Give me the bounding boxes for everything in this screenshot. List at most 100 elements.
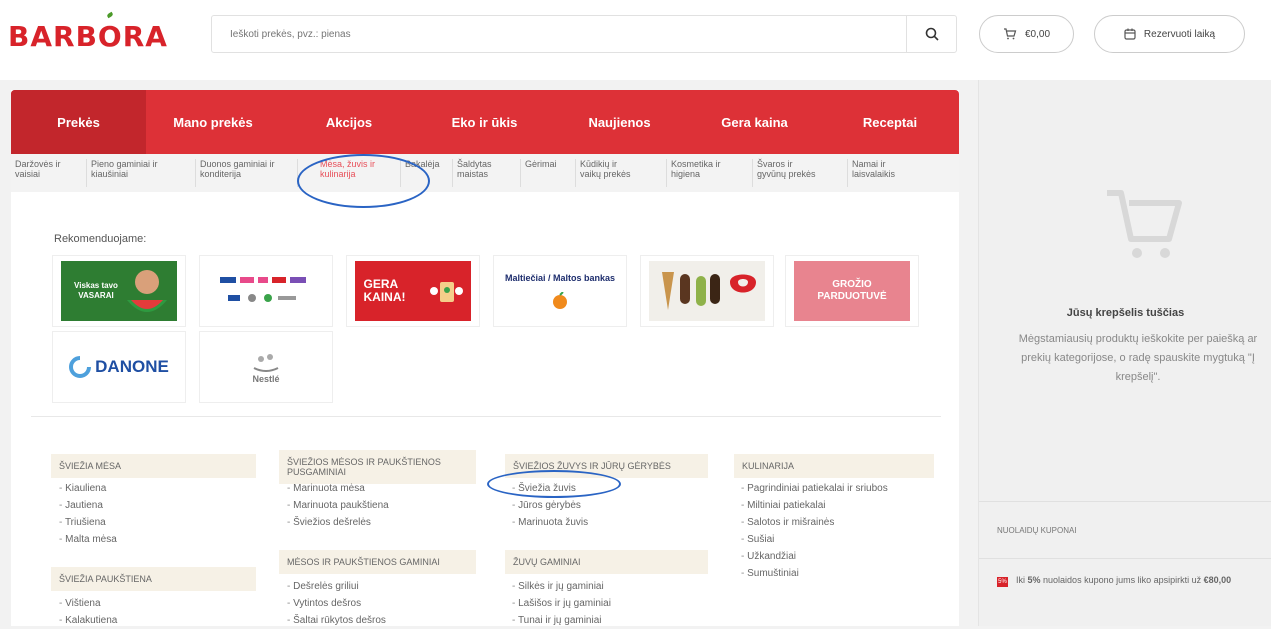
category-heading[interactable]: Šviežia paukštiena: [51, 567, 256, 591]
list-item[interactable]: Malta mėsa: [59, 531, 117, 548]
brand-label: Nestlé: [252, 374, 280, 384]
category-list: Kiauliena Jautiena Triušiena Malta mėsa: [59, 480, 117, 548]
search-icon: [925, 27, 939, 41]
list-item[interactable]: Silkės ir jų gaminiai: [512, 578, 611, 595]
empty-cart-title: Jūsų krepšelis tuščias: [1066, 307, 1185, 319]
coupons-label: Nuolaidų kuponai: [997, 526, 1077, 535]
danone-swirl-icon: [69, 356, 92, 378]
sidebar-divider: [979, 501, 1271, 502]
search-bar: [211, 15, 957, 53]
list-item[interactable]: Kalakutiena: [59, 612, 117, 629]
brand-tile-nestle[interactable]: Nestlé: [200, 332, 332, 402]
subnav-item-mesa[interactable]: Mėsa, žuvis ir kulinarija: [298, 159, 401, 187]
list-item[interactable]: Vištiena: [59, 595, 117, 612]
subnav-item[interactable]: Namai ir laisvalaikis: [848, 159, 918, 187]
category-heading[interactable]: Šviežios mėsos ir paukštienos pusgaminia…: [279, 450, 476, 484]
brand-tile-vasara[interactable]: Viskas tavo VASARAI: [53, 256, 185, 326]
main-content: Prekės Mano prekės Akcijos Eko ir ūkis N…: [11, 90, 959, 626]
search-button[interactable]: [906, 16, 956, 52]
list-item[interactable]: Sumuštiniai: [741, 565, 888, 582]
category-list: Dešrelės griliui Vytintos dešros Šaltai …: [287, 578, 386, 629]
recommend-label: Rekomenduojame:: [54, 233, 147, 245]
brand-label: GROŽIO PARDUOTUVĖ: [817, 279, 887, 302]
subnav-item[interactable]: Gėrimai: [521, 159, 576, 187]
coupon-text: Iki 5% nuolaidos kupono jums liko apsipi…: [1016, 575, 1232, 585]
list-item[interactable]: Šviežios dešrelės: [287, 514, 389, 531]
coupon-row[interactable]: 5% Iki 5% nuolaidos kupono jums liko aps…: [997, 573, 1267, 587]
tab-mano-prekes[interactable]: Mano prekės: [146, 90, 280, 154]
reserve-label: Rezervuoti laiką: [1143, 28, 1216, 40]
list-item[interactable]: Vytintos dešros: [287, 595, 386, 612]
brand-tile-ice-cream[interactable]: [641, 256, 773, 326]
category-list: Marinuota mėsa Marinuota paukštiena Švie…: [287, 480, 389, 531]
category-heading[interactable]: Žuvų gaminiai: [505, 550, 708, 574]
subnav-item[interactable]: Kosmetika ir higiena: [667, 159, 753, 187]
list-item[interactable]: Sušiai: [741, 531, 888, 548]
category-list: Pagrindiniai patiekalai ir sriubos Milti…: [741, 480, 888, 582]
orange-icon: [553, 291, 567, 309]
nestle-nest-icon: [253, 354, 279, 372]
list-item[interactable]: Marinuota žuvis: [512, 514, 588, 531]
cart-button[interactable]: €0,00: [979, 15, 1074, 53]
category-subnav: Daržovės ir vaisiai Pieno gaminiai ir kiau…: [11, 154, 959, 192]
category-heading[interactable]: Šviežios žuvys ir jūrų gėrybės: [505, 454, 708, 478]
list-item[interactable]: Marinuota paukštiena: [287, 497, 389, 514]
list-item[interactable]: Jautiena: [59, 497, 117, 514]
tab-naujienos[interactable]: Naujienos: [551, 90, 688, 154]
shopping-bag-icon: [429, 282, 463, 302]
list-item[interactable]: Šviežia žuvis: [512, 480, 588, 497]
list-item[interactable]: Pagrindiniai patiekalai ir sriubos: [741, 480, 888, 497]
category-heading[interactable]: Kulinarija: [734, 454, 934, 478]
subnav-item[interactable]: Pieno gaminiai ir kiaušiniai: [87, 159, 196, 187]
brand-label: Viskas tavo VASARAI: [74, 281, 118, 300]
tab-gera-kaina[interactable]: Gera kaina: [688, 90, 821, 154]
cart-total: €0,00: [1024, 28, 1051, 40]
brand-tile-danone[interactable]: DANONE: [53, 332, 185, 402]
subnav-item[interactable]: Šaldytas maistas: [453, 159, 521, 187]
list-item[interactable]: Šaltai rūkytos dešros: [287, 612, 386, 629]
tab-akcijos[interactable]: Akcijos: [280, 90, 418, 154]
list-item[interactable]: Jūros gėrybės: [512, 497, 588, 514]
ice-cream-icon: [662, 272, 756, 310]
reserve-time-button[interactable]: Rezervuoti laiką: [1094, 15, 1245, 53]
calendar-icon: [1124, 28, 1136, 40]
list-item[interactable]: Dešrelės griliui: [287, 578, 386, 595]
subnav-item[interactable]: Švaros ir gyvūnų prekės: [753, 159, 848, 187]
category-heading[interactable]: Mėsos ir paukštienos gaminiai: [279, 550, 476, 574]
list-item[interactable]: Salotos ir mišrainės: [741, 514, 888, 531]
coupon-badge: 5%: [997, 577, 1008, 587]
list-item[interactable]: Kiauliena: [59, 480, 117, 497]
header: BARBORA €0,00 Rezervuoti laiką: [0, 0, 1271, 80]
list-item[interactable]: Užkandžiai: [741, 548, 888, 565]
category-list: Šviežia žuvis Jūros gėrybės Marinuota žu…: [512, 480, 588, 531]
list-item[interactable]: Tunai ir jų gaminiai: [512, 612, 611, 629]
brand-tile-logos[interactable]: [200, 256, 332, 326]
brand-tile-grozio[interactable]: GROŽIO PARDUOTUVĖ: [786, 256, 918, 326]
watermelon-icon: [127, 270, 167, 312]
tab-prekes[interactable]: Prekės: [11, 90, 146, 154]
tab-eko-ir-ukis[interactable]: Eko ir ūkis: [418, 90, 551, 154]
section-divider: [31, 416, 941, 417]
subnav-item[interactable]: Kūdikių ir vaikų prekės: [576, 159, 667, 187]
main-nav: Prekės Mano prekės Akcijos Eko ir ūkis N…: [11, 90, 959, 154]
brand-tile-maltieciai[interactable]: Maltiečiai / Maltos bankas: [494, 256, 626, 326]
brand-tile-gera-kaina[interactable]: GERA KAINA!: [347, 256, 479, 326]
category-list: Silkės ir jų gaminiai Lašišos ir jų gami…: [512, 578, 611, 629]
sidebar-divider: [979, 558, 1271, 559]
search-input[interactable]: [212, 28, 906, 40]
list-item[interactable]: Lašišos ir jų gaminiai: [512, 595, 611, 612]
brand-label: Maltiečiai / Maltos bankas: [504, 272, 616, 283]
tab-receptai[interactable]: Receptai: [821, 90, 959, 154]
category-heading[interactable]: Šviežia mėsa: [51, 454, 256, 478]
subnav-item[interactable]: Duonos gaminiai ir konditerija: [196, 159, 298, 187]
cart-icon: [1003, 28, 1017, 40]
list-item[interactable]: Triušiena: [59, 514, 117, 531]
brand-label: DANONE: [95, 357, 169, 376]
subnav-item[interactable]: Daržovės ir vaisiai: [11, 159, 87, 187]
barbora-logo[interactable]: BARBORA: [8, 20, 168, 53]
list-item[interactable]: Miltiniai patiekalai: [741, 497, 888, 514]
empty-cart-text: Mėgstamiausių produktų ieškokite per pai…: [1018, 333, 1258, 383]
list-item[interactable]: Marinuota mėsa: [287, 480, 389, 497]
empty-cart-icon: [1107, 190, 1182, 258]
subnav-item[interactable]: Bakalėja: [401, 159, 453, 187]
